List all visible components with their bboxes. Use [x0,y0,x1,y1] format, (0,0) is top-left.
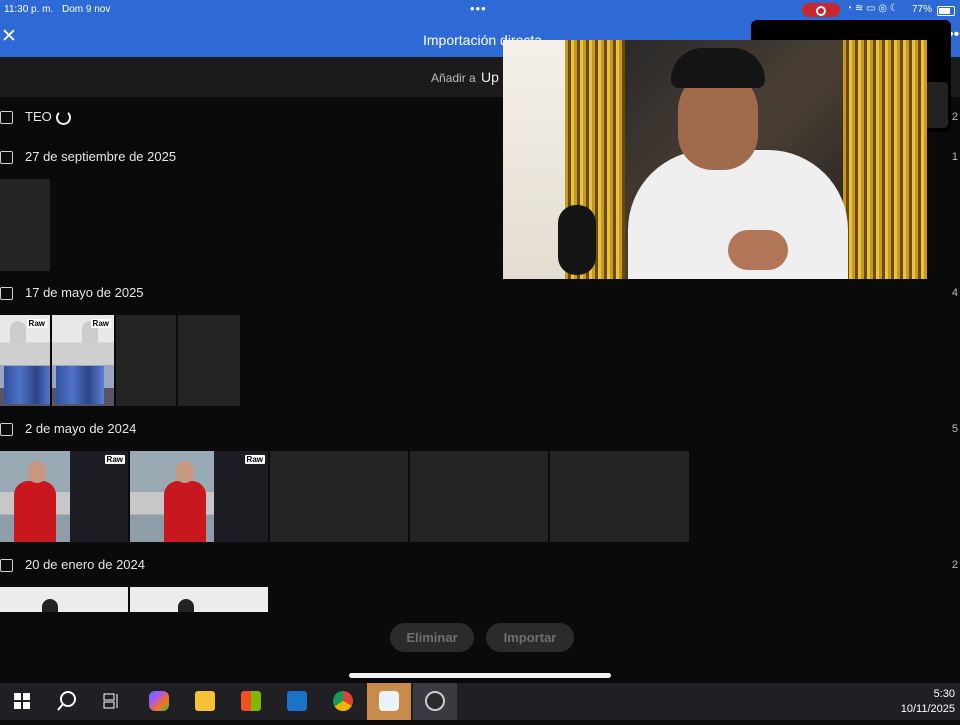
destination-label: Añadir a [431,71,476,85]
group-label: 2 de mayo de 2024 [25,421,137,436]
overlay-side-button[interactable] [926,82,948,128]
battery-percent: 77% [912,4,933,15]
group-header-2024-01-20[interactable]: 20 de enero de 2024 [0,557,200,577]
group-count: 2 [951,111,958,123]
ipad-app-screen: 11:30 p. m. Dom 9 nov ••• ◔ ≋ ▭ ◎ ☾ 77% … [0,0,960,683]
photo-thumbnail[interactable]: Raw [130,451,268,542]
photo-thumbnail[interactable] [0,179,50,271]
group-checkbox[interactable] [0,111,13,124]
group-count: 4 [951,287,958,299]
taskbar-time: 5:30 [933,688,955,700]
microsoft-store-icon[interactable] [229,683,273,720]
destination-album-selector[interactable]: Up [481,69,499,85]
group-header-2025-05-17[interactable]: 17 de mayo de 2025 [0,285,200,305]
photo-thumbnail[interactable] [270,451,408,542]
copilot-icon[interactable] [137,683,181,720]
taskbar-clock[interactable]: 5:30 10/11/2025 [895,687,955,717]
status-bar: 11:30 p. m. Dom 9 nov ••• ◔ ≋ ▭ ◎ ☾ 77% [0,0,960,20]
photo-thumbnail[interactable] [116,315,176,406]
raw-badge: Raw [90,319,111,328]
raw-badge: Raw [244,455,265,464]
group-label: 17 de mayo de 2025 [25,285,144,300]
group-count: 5 [951,423,958,435]
import-button[interactable]: Importar [486,623,574,652]
photo-thumbnail[interactable] [410,451,548,542]
raw-badge: Raw [104,455,125,464]
home-indicator[interactable] [349,673,611,678]
obs-studio-icon[interactable] [413,683,457,720]
group-checkbox[interactable] [0,151,13,164]
group-header-teo[interactable]: TEO [0,109,80,129]
outlook-icon[interactable] [275,683,319,720]
group-checkbox[interactable] [0,423,13,436]
group-label: 20 de enero de 2024 [25,557,145,572]
group-label: 27 de septiembre de 2025 [25,149,177,164]
status-time: 11:30 p. m. [4,4,54,15]
photo-thumbnail[interactable] [178,315,240,406]
group-checkbox[interactable] [0,559,13,572]
delete-button[interactable]: Eliminar [390,623,474,652]
chrome-icon[interactable] [321,683,365,720]
group-checkbox[interactable] [0,287,13,300]
screen-recording-icon[interactable] [802,3,840,17]
group-header-2025-09-27[interactable]: 27 de septiembre de 2025 [0,149,220,169]
search-icon[interactable] [45,683,89,720]
group-count: 1 [951,151,958,163]
windows-taskbar [0,683,960,720]
group-count: 2 [951,559,958,571]
group-header-2024-05-02[interactable]: 2 de mayo de 2024 [0,421,200,441]
battery-icon [937,6,955,16]
webcam-overlay [503,40,927,279]
loading-spinner-icon [56,110,71,125]
task-view-icon[interactable] [90,683,134,720]
close-icon[interactable]: ✕ [0,27,18,46]
photo-thumbnail[interactable]: Raw [0,315,50,406]
photo-thumbnail[interactable]: Raw [0,451,128,542]
taskbar-date: 10/11/2025 [900,703,955,715]
windows-start-icon[interactable] [0,683,44,720]
photo-thumbnail[interactable] [550,451,689,542]
photo-thumbnail[interactable]: Raw [52,315,114,406]
status-date: Dom 9 nov [62,4,111,15]
file-explorer-icon[interactable] [183,683,227,720]
remote-app-icon[interactable] [367,683,411,720]
raw-badge: Raw [26,319,47,328]
group-label: TEO [25,109,52,124]
status-icons: ◔ ≋ ▭ ◎ ☾ [846,3,899,14]
multitasking-dots-icon[interactable]: ••• [470,1,487,16]
